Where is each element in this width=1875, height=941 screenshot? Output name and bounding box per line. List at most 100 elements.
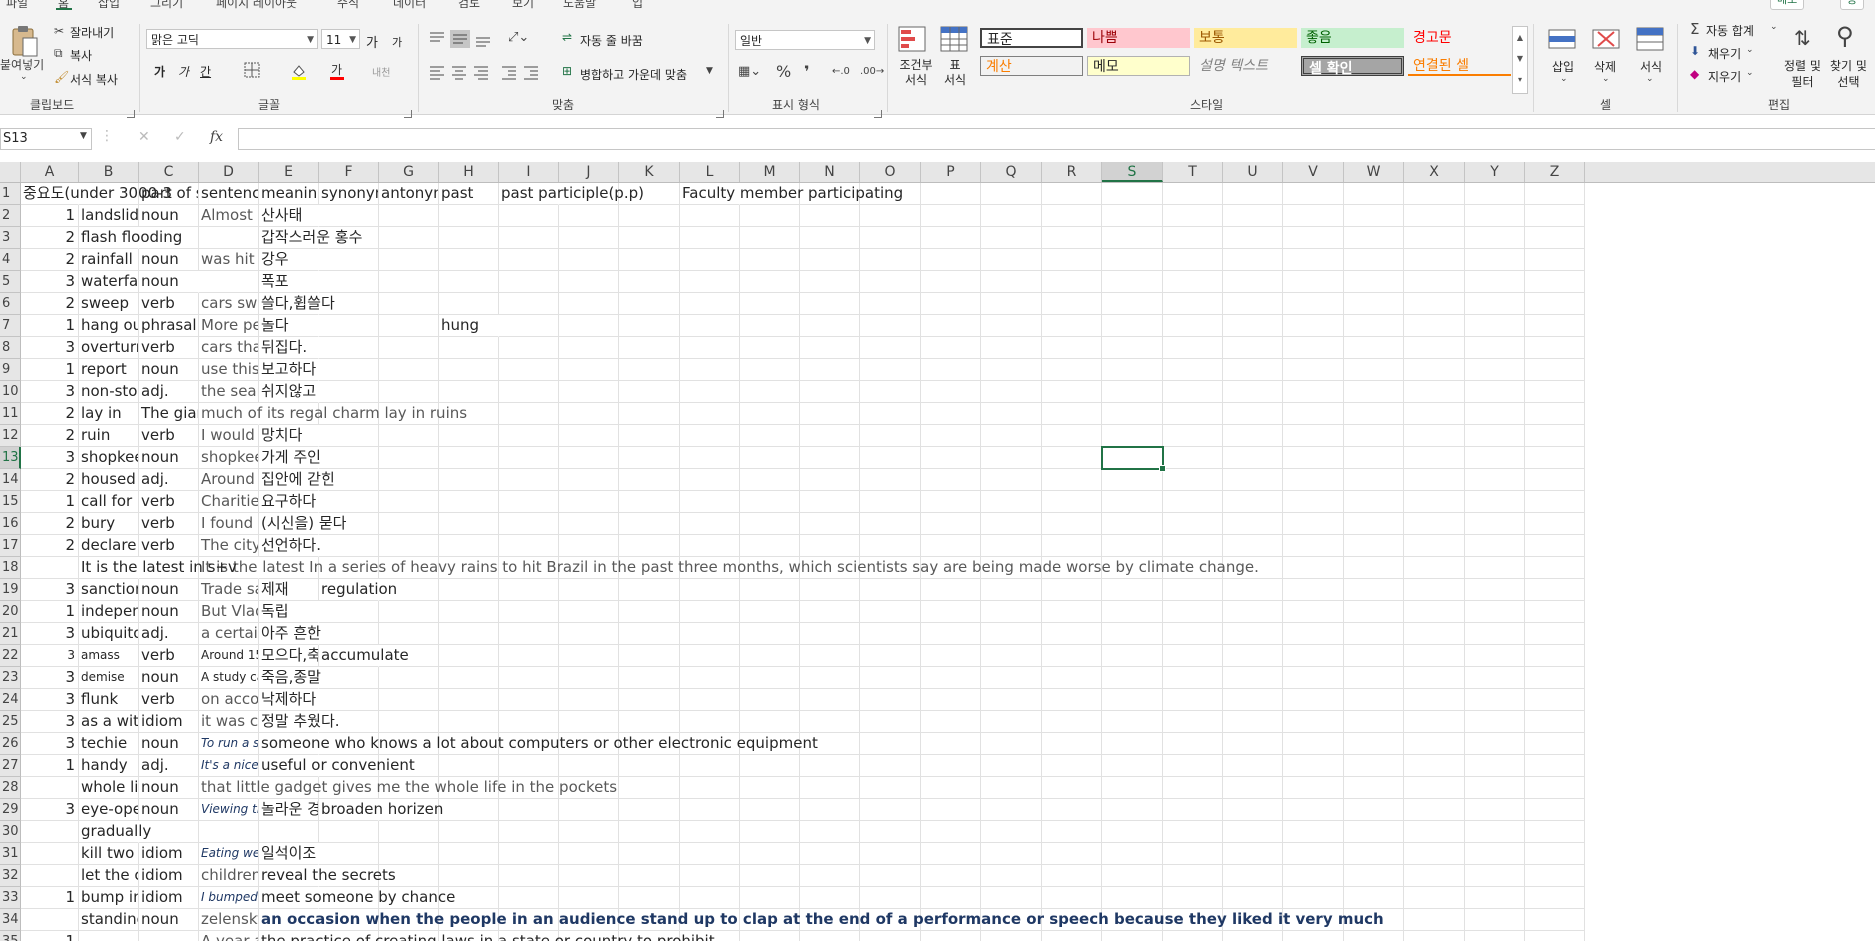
cell-a5[interactable]: 3 xyxy=(21,271,79,293)
cell-r7[interactable] xyxy=(1042,315,1102,337)
cell-m16[interactable] xyxy=(740,513,800,535)
cell-d30[interactable] xyxy=(199,821,259,843)
cell-l9[interactable] xyxy=(680,359,740,381)
tab-draw[interactable]: 그리기 xyxy=(150,0,183,10)
clipboard-launcher-icon[interactable] xyxy=(127,110,135,118)
font-color-icon[interactable]: 가 xyxy=(328,62,346,80)
paste-icon[interactable] xyxy=(10,24,40,58)
cell-q28[interactable] xyxy=(981,777,1042,799)
cell-f4[interactable] xyxy=(319,249,379,271)
cell-z13[interactable] xyxy=(1525,447,1585,469)
cell-u33[interactable] xyxy=(1223,887,1283,909)
tab-data[interactable]: 데이터 xyxy=(393,0,426,10)
cell-l5[interactable] xyxy=(680,271,740,293)
cell-z35[interactable] xyxy=(1525,931,1585,941)
cell-q7[interactable] xyxy=(981,315,1042,337)
cell-r8[interactable] xyxy=(1042,337,1102,359)
cell-z24[interactable] xyxy=(1525,689,1585,711)
cell-d8[interactable]: cars that i xyxy=(199,337,259,359)
cell-l19[interactable] xyxy=(680,579,740,601)
cell-c22[interactable]: verb xyxy=(139,645,199,667)
cell-d29[interactable]: Viewing the xyxy=(199,799,259,821)
cell-p9[interactable] xyxy=(921,359,981,381)
cell-c20[interactable]: noun xyxy=(139,601,199,623)
cell-d34[interactable]: zelensky re xyxy=(199,909,259,931)
cell-y20[interactable] xyxy=(1465,601,1525,623)
cell-g10[interactable] xyxy=(379,381,439,403)
cell-y14[interactable] xyxy=(1465,469,1525,491)
cell-k13[interactable] xyxy=(619,447,680,469)
cell-z29[interactable] xyxy=(1525,799,1585,821)
cell-x5[interactable] xyxy=(1404,271,1465,293)
style-normal[interactable]: 표준 xyxy=(980,28,1083,48)
cell-w15[interactable] xyxy=(1344,491,1404,513)
cell-j7[interactable] xyxy=(559,315,619,337)
column-header-o[interactable]: O xyxy=(860,162,921,182)
cell-j3[interactable] xyxy=(559,227,619,249)
cell-l15[interactable] xyxy=(680,491,740,513)
cell-o8[interactable] xyxy=(860,337,921,359)
cell-h17[interactable] xyxy=(439,535,499,557)
cell-q22[interactable] xyxy=(981,645,1042,667)
fill-icon[interactable]: ⬇ xyxy=(1690,44,1700,58)
cell-k28[interactable] xyxy=(619,777,680,799)
cell-l25[interactable] xyxy=(680,711,740,733)
cell-b8[interactable]: overturn xyxy=(79,337,139,359)
cell-x14[interactable] xyxy=(1404,469,1465,491)
cell-j32[interactable] xyxy=(559,865,619,887)
cell-q8[interactable] xyxy=(981,337,1042,359)
cell-u2[interactable] xyxy=(1223,205,1283,227)
cell-w32[interactable] xyxy=(1344,865,1404,887)
cell-y31[interactable] xyxy=(1465,843,1525,865)
cell-p10[interactable] xyxy=(921,381,981,403)
row-header[interactable]: 26 xyxy=(0,733,21,755)
cell-m2[interactable] xyxy=(740,205,800,227)
cell-r1[interactable] xyxy=(1042,183,1102,205)
cell-w24[interactable] xyxy=(1344,689,1404,711)
cell-y30[interactable] xyxy=(1465,821,1525,843)
horizontal-align-icons[interactable] xyxy=(428,64,540,80)
clear-icon[interactable]: ◆ xyxy=(1690,67,1699,81)
comma-style-icon[interactable]: ❜ xyxy=(804,62,810,81)
table-format-icon[interactable] xyxy=(940,26,970,52)
cell-g25[interactable] xyxy=(379,711,439,733)
row-header[interactable]: 4 xyxy=(0,249,21,271)
cell-t17[interactable] xyxy=(1163,535,1223,557)
cell-i31[interactable] xyxy=(499,843,559,865)
cell-p26[interactable] xyxy=(921,733,981,755)
styles-gallery-scroll[interactable]: ▲ ▼ ▾ xyxy=(1512,26,1528,94)
cell-o31[interactable] xyxy=(860,843,921,865)
cell-y16[interactable] xyxy=(1465,513,1525,535)
cell-a19[interactable]: 3 xyxy=(21,579,79,601)
cell-d24[interactable]: on accour xyxy=(199,689,259,711)
cell-o24[interactable] xyxy=(860,689,921,711)
cell-y8[interactable] xyxy=(1465,337,1525,359)
cell-o3[interactable] xyxy=(860,227,921,249)
cell-h24[interactable] xyxy=(439,689,499,711)
cell-p14[interactable] xyxy=(921,469,981,491)
cell-d23[interactable]: A study car xyxy=(199,667,259,689)
cell-h6[interactable] xyxy=(439,293,499,315)
row-header[interactable]: 32 xyxy=(0,865,21,887)
cell-l2[interactable] xyxy=(680,205,740,227)
cell-e19[interactable]: 제재 xyxy=(259,579,319,601)
cell-h2[interactable] xyxy=(439,205,499,227)
cell-r24[interactable] xyxy=(1042,689,1102,711)
cell-o33[interactable] xyxy=(860,887,921,909)
cell-k10[interactable] xyxy=(619,381,680,403)
cell-i25[interactable] xyxy=(499,711,559,733)
cell-y34[interactable] xyxy=(1465,909,1525,931)
cell-x25[interactable] xyxy=(1404,711,1465,733)
row-header[interactable]: 22 xyxy=(0,645,21,667)
chevron-down-icon[interactable]: ⌄ xyxy=(1770,22,1778,32)
cell-c23[interactable]: noun xyxy=(139,667,199,689)
cell-z30[interactable] xyxy=(1525,821,1585,843)
autosum-button[interactable]: 자동 합계 xyxy=(1706,22,1754,39)
cell-x8[interactable] xyxy=(1404,337,1465,359)
cell-a4[interactable]: 2 xyxy=(21,249,79,271)
row-header[interactable]: 5 xyxy=(0,271,21,293)
cell-d10[interactable]: the searc xyxy=(199,381,259,403)
cell-s4[interactable] xyxy=(1102,249,1163,271)
cell-t12[interactable] xyxy=(1163,425,1223,447)
cell-z34[interactable] xyxy=(1525,909,1585,931)
